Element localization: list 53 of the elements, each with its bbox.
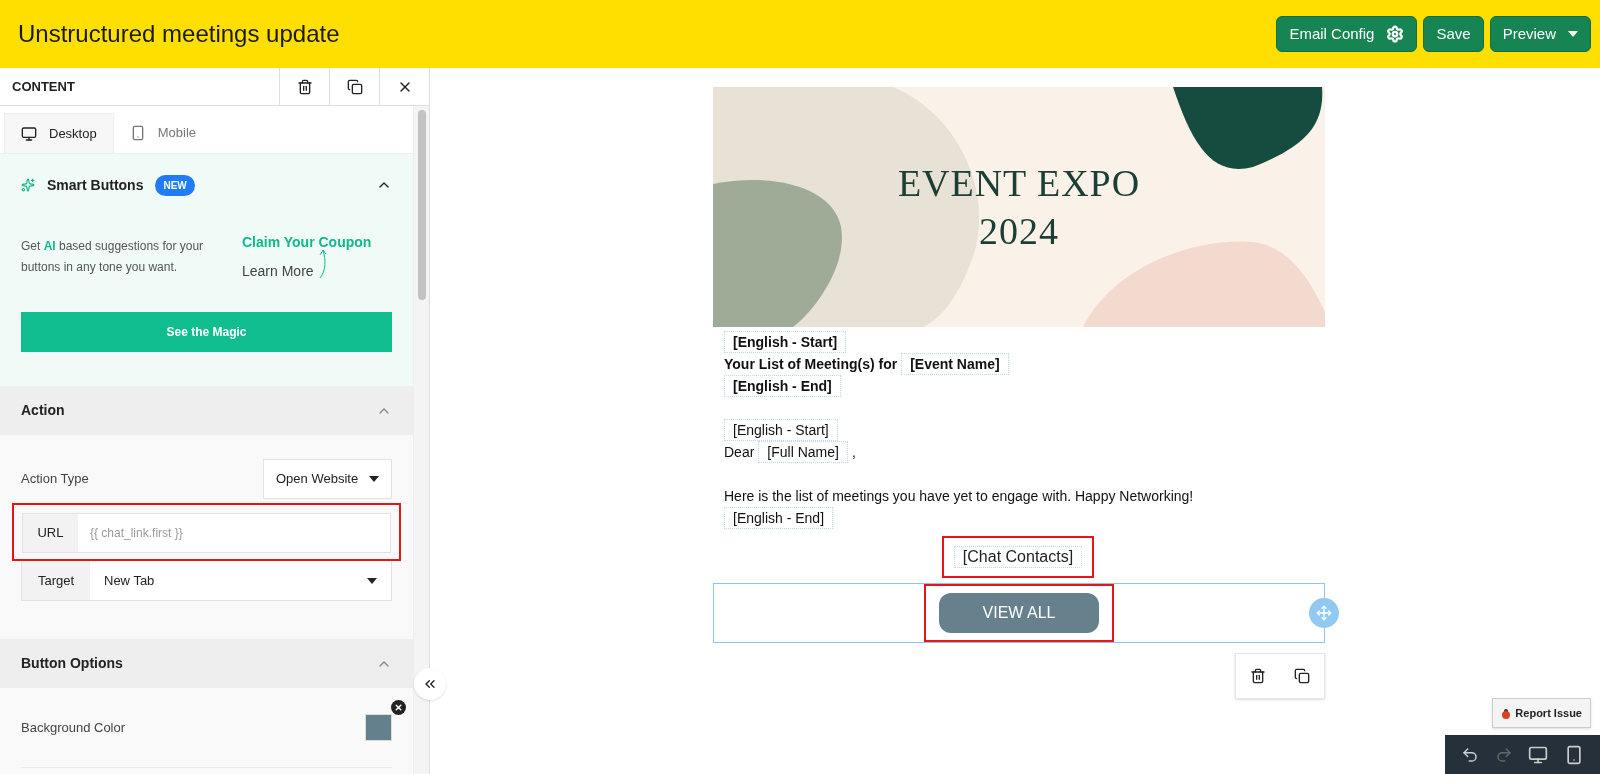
copy-icon [346,78,363,95]
settings-icon [1386,25,1405,43]
sparkle-icon [21,178,35,192]
view-all-button[interactable]: VIEW ALL [939,593,1099,633]
field-label: Action Type [21,470,89,489]
merge-tag: [English - End] [724,507,834,529]
section-title: Button Options [21,654,123,673]
move-handle[interactable] [1309,598,1339,628]
new-badge: NEW [155,174,195,196]
email-text: , [851,442,856,462]
merge-tag: [Full Name] [758,441,848,463]
move-icon [1316,605,1332,621]
merge-tag: [English - Start] [724,419,838,441]
clear-color-button[interactable] [391,700,406,715]
section-title: Action [21,401,65,420]
learn-more-text: Learn More [242,262,314,281]
banner-year: 2024 [979,209,1059,254]
trash-icon[interactable] [1250,668,1266,684]
email-text: Your List of Meeting(s) for [724,354,898,374]
close-icon [394,703,403,712]
report-issue-button[interactable]: Report Issue [1492,698,1591,728]
see-the-magic-button[interactable]: See the Magic [21,312,392,352]
scrollbar-thumb[interactable] [417,110,426,300]
action-type-select[interactable]: Open Website [263,459,392,499]
merge-tag: [Chat Contacts] [953,546,1083,568]
caret-icon [1568,31,1578,37]
desktop-icon[interactable] [1528,744,1549,765]
field-label: Background Color [21,718,126,737]
email-text: Dear [724,442,755,462]
collapse-panel-button[interactable] [414,668,446,700]
trash-icon [296,78,313,95]
color-swatch[interactable] [365,714,392,741]
bug-icon [1501,707,1512,719]
arrow-icon [317,248,328,279]
claim-coupon-text: Claim Your Coupon [242,233,373,252]
copy-icon[interactable] [1294,668,1310,684]
banner-title: EVENT EXPO [897,161,1141,206]
caret-icon [369,476,379,482]
panel-title: CONTENT [11,77,76,96]
email-text: Here is the list of meetings you have yet to engage with. Happy Networking! [724,486,1194,506]
merge-tag: [English - Start] [724,331,847,353]
merge-tag: [Event Name] [901,353,1009,375]
page-title: Unstructured meetings update [18,19,340,49]
view-tab[interactable]: Mobile [113,113,212,153]
smart-buttons-title: Smart Buttons [47,175,144,195]
smart-buttons-description: Get AI based suggestions for your buttons in any tone you want. [21,238,205,276]
view-tab[interactable]: Desktop [4,113,114,153]
email-config-button[interactable]: Email Config [1276,16,1418,52]
preview-button[interactable]: Preview [1489,16,1591,52]
undo-icon[interactable] [1460,745,1479,764]
save-button[interactable]: Save [1423,16,1484,52]
merge-tag: [English - End] [724,375,841,397]
desktop-icon [21,125,37,142]
